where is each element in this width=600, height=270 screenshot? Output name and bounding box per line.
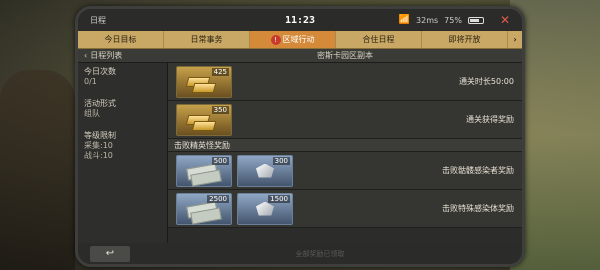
- cash-item[interactable]: 2500: [176, 192, 232, 225]
- crystal-icon: [256, 163, 274, 178]
- battery-icon: [467, 16, 484, 24]
- background-character: [0, 70, 75, 270]
- item-quantity: 500: [211, 156, 229, 165]
- item-quantity: 1500: [268, 194, 290, 203]
- schedule-window: 日程 11:23 📶 32ms 75% ✕ 今日目标 日常事务 ! 区域行动 合住…: [75, 6, 525, 267]
- level-block: 等级限制 采集:10 战斗:10: [84, 131, 161, 161]
- back-to-list-button[interactable]: ‹ 日程列表: [78, 49, 168, 62]
- subheader: ‹ 日程列表 密斯卡园区副本: [78, 49, 522, 63]
- chevron-right-icon[interactable]: ›: [508, 31, 522, 48]
- crystal-item[interactable]: 1500: [237, 192, 293, 225]
- tab-shared-schedule[interactable]: 合住日程: [336, 31, 422, 48]
- item-quantity: 2500: [207, 194, 229, 203]
- item-quantity: 300: [272, 156, 290, 165]
- gold-bar-icon: [191, 120, 217, 131]
- info-panel: 今日次数 0/1 活动形式 组队 等级限制 采集:10 战斗:10: [78, 63, 168, 243]
- reward-label: 击败骷髅感染者奖励: [442, 166, 514, 175]
- return-button[interactable]: ↩: [90, 246, 130, 262]
- activity-label: 活动形式: [84, 99, 116, 108]
- tab-bar: 今日目标 日常事务 ! 区域行动 合住日程 即将开放 ›: [78, 31, 522, 49]
- item-quantity: 350: [211, 105, 229, 114]
- content-area: 今日次数 0/1 活动形式 组队 等级限制 采集:10 战斗:10 425 通关…: [78, 63, 522, 243]
- bottom-bar: ↩ 全部奖励已领取: [78, 243, 522, 264]
- battery-percent: 75%: [444, 15, 462, 25]
- chevron-left-icon: ‹: [84, 51, 88, 60]
- notification-badge-icon: !: [270, 34, 281, 45]
- network-latency: 32ms: [416, 15, 439, 25]
- level-gather: 采集:10: [84, 141, 113, 150]
- reward-label: 击败特殊感染体奖励: [442, 204, 514, 213]
- reward-label: 通关时长50:00: [458, 77, 514, 86]
- footer-text: 全部奖励已领取: [295, 250, 345, 258]
- elite-rewards-section-title: 击败精英怪奖励: [168, 139, 522, 152]
- status-indicators: 📶 32ms 75% ✕: [399, 13, 510, 27]
- level-label: 等级限制: [84, 131, 116, 140]
- back-label: 日程列表: [90, 51, 123, 60]
- clock: 11:23: [284, 14, 316, 26]
- tab-daily-affairs[interactable]: 日常事务: [164, 31, 250, 48]
- item-quantity: 425: [211, 67, 229, 76]
- gold-bar-item[interactable]: 350: [176, 103, 232, 136]
- tab-area-action-label: 区域行动: [282, 35, 315, 44]
- activity-block: 活动形式 组队: [84, 99, 161, 119]
- cash-item[interactable]: 500: [176, 154, 232, 187]
- app-title: 日程: [90, 15, 106, 25]
- tab-daily-goals[interactable]: 今日目标: [78, 31, 164, 48]
- level-combat: 战斗:10: [84, 151, 113, 160]
- tab-coming-soon[interactable]: 即将开放: [422, 31, 508, 48]
- daily-count-value: 0/1: [84, 77, 97, 86]
- activity-value: 组队: [84, 109, 100, 118]
- gold-bar-item[interactable]: 425: [176, 65, 232, 98]
- status-bar: 日程 11:23 📶 32ms 75% ✕: [78, 9, 522, 31]
- dungeon-title: 密斯卡园区副本: [317, 51, 373, 60]
- reward-row: 500 300 击败骷髅感染者奖励: [168, 152, 522, 190]
- crystal-icon: [256, 201, 274, 216]
- reward-label: 通关获得奖励: [466, 115, 514, 124]
- daily-count-label: 今日次数: [84, 67, 116, 76]
- return-icon: ↩: [105, 248, 115, 259]
- rewards-panel: 425 通关时长50:00 350 通关获得奖励 击败精英怪奖励 500 300…: [168, 63, 522, 243]
- reward-row: 350 通关获得奖励: [168, 101, 522, 139]
- close-icon[interactable]: ✕: [500, 13, 510, 27]
- reward-row: 2500 1500 击败特殊感染体奖励: [168, 190, 522, 228]
- gold-bar-icon: [191, 82, 217, 93]
- daily-count-block: 今日次数 0/1: [84, 67, 161, 87]
- reward-row: 425 通关时长50:00: [168, 63, 522, 101]
- wifi-icon: 📶: [398, 15, 411, 25]
- tab-area-action[interactable]: ! 区域行动: [250, 31, 336, 48]
- crystal-item[interactable]: 300: [237, 154, 293, 187]
